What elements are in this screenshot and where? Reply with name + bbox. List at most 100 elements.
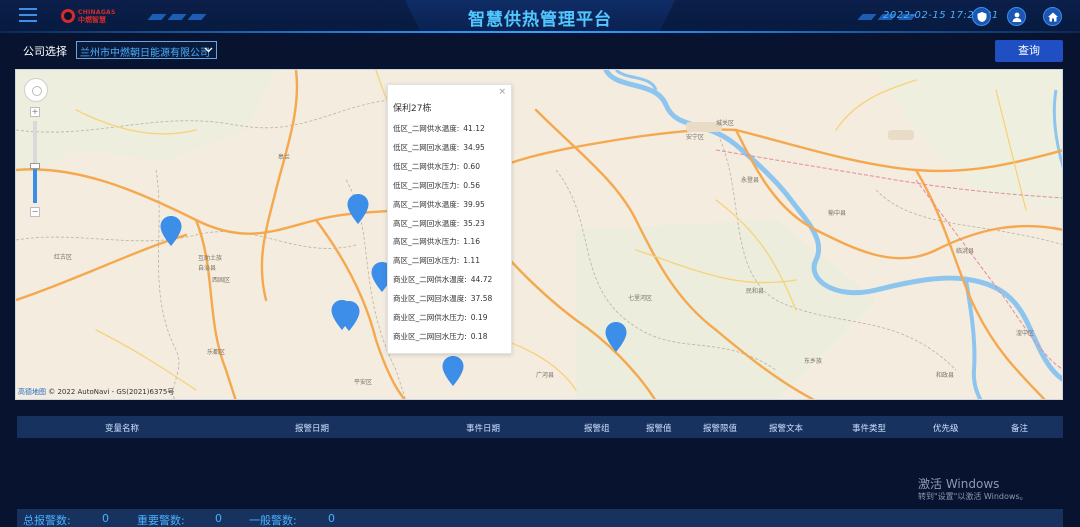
zoom-out-button[interactable]: − (30, 207, 40, 217)
popup-row-label: 低区_二网回水压力: (393, 180, 460, 190)
location-pin-icon[interactable] (346, 193, 370, 225)
popup-row-label: 商业区_二网供水温度: (393, 275, 467, 285)
map-view[interactable]: 皋兰 永登县 榆中县 临洮县 西固区 七里河区 安宁区 城关区 红古区 互助土族… (15, 69, 1063, 400)
map-label: 广河县 (536, 372, 555, 379)
column-header[interactable]: 报警文本 (769, 422, 803, 434)
query-button[interactable]: 查询 (995, 40, 1063, 62)
popup-data-row: 低区_二网供水温度: 41.12 (393, 123, 485, 134)
column-header[interactable]: 变量名称 (105, 422, 139, 434)
shield-icon (977, 12, 987, 22)
popup-row-label: 高区_二网回水压力: (393, 256, 460, 266)
popup-row-value: 0.19 (470, 313, 488, 322)
map-label: 民和县 (746, 288, 765, 295)
map-label: 永登县 (741, 177, 760, 184)
popup-row-value: 0.60 (463, 161, 480, 171)
company-select[interactable]: 兰州市中燃朝日能源有限公司 (76, 41, 217, 59)
zoom-slider-fill (33, 166, 37, 203)
popup-data-row: 商业区_二网回水压力: 0.18 (393, 331, 487, 342)
map-label: 榆中县 (828, 210, 847, 217)
popup-data-row: 低区_二网回水温度: 34.95 (393, 142, 485, 153)
column-header[interactable]: 报警日期 (295, 422, 329, 434)
popup-row-label: 高区_二网供水温度: (393, 199, 460, 209)
close-icon[interactable]: × (498, 87, 506, 97)
popup-data-row: 高区_二网供水压力: 1.16 (393, 236, 480, 247)
home-icon (1048, 12, 1058, 22)
popup-row-value: 1.16 (463, 237, 480, 247)
station-info-popup: × 保利27栋 低区_二网供水温度: 41.12 低区_二网回水温度: 34.95 低区… (387, 84, 512, 354)
zoom-in-button[interactable]: + (30, 107, 40, 117)
header-divider (0, 31, 1080, 33)
popup-row-value: 44.72 (470, 275, 493, 285)
popup-row-value: 0.18 (470, 331, 488, 341)
popup-data-row: 低区_二网供水压力: 0.60 (393, 161, 480, 172)
alarm-summary-bar: 总报警数: 0 重要警数: 0 一般警数: 0 (17, 509, 1063, 527)
app-title: 智慧供热管理平台 (468, 10, 612, 30)
total-alarms-value: 0 (102, 512, 109, 525)
popup-row-label: 高区_二网供水压力: (393, 237, 460, 247)
popup-data-row: 商业区_二网供水压力: 0.19 (393, 312, 487, 323)
logo-mark-icon (61, 9, 75, 23)
popup-row-label: 高区_二网回水温度: (393, 218, 460, 228)
column-header[interactable]: 事件日期 (466, 422, 500, 434)
map-label: 城关区 (716, 120, 735, 127)
chevron-down-icon (204, 47, 213, 53)
popup-data-row: 高区_二网回水压力: 1.11 (393, 255, 480, 266)
popup-row-label: 商业区_二网回水压力: (393, 331, 467, 341)
map-label: 皋兰 (278, 154, 291, 161)
map-label: 西固区 (212, 277, 231, 284)
column-header[interactable]: 报警组 (584, 422, 610, 434)
company-logo: CHINAGAS 中燃智慧 (61, 9, 121, 24)
popup-row-value: 41.12 (463, 124, 485, 133)
zoom-slider[interactable] (30, 121, 40, 203)
popup-row-label: 低区_二网回水温度: (393, 142, 460, 152)
column-header[interactable]: 报警限值 (703, 422, 737, 434)
alarm-table-header: 变量名称 报警日期 事件日期 报警组 报警值 报警限值 报警文本 事件类型 优先… (17, 416, 1063, 438)
location-pin-icon[interactable] (441, 355, 465, 387)
alarm-table-body (17, 438, 1063, 508)
map-label: 东乡族 (804, 358, 823, 365)
map-label: 临洮县 (956, 248, 975, 255)
company-select-label: 公司选择 (23, 45, 67, 58)
popup-row-label: 商业区_二网供水压力: (393, 313, 467, 322)
security-button[interactable] (972, 7, 991, 26)
column-header[interactable]: 备注 (1011, 422, 1028, 434)
home-button[interactable] (1043, 7, 1062, 26)
popup-row-value: 37.58 (470, 294, 493, 304)
popup-data-row: 商业区_二网回水温度: 37.58 (393, 293, 492, 304)
popup-data-row: 高区_二网回水温度: 35.23 (393, 218, 485, 229)
major-alarms-value: 0 (215, 512, 222, 525)
popup-data-row: 商业区_二网供水温度: 44.72 (393, 274, 492, 285)
user-button[interactable] (1007, 7, 1026, 26)
column-header[interactable]: 优先级 (933, 422, 959, 434)
popup-row-label: 低区_二网供水压力: (393, 161, 460, 171)
zoom-slider-handle[interactable] (30, 163, 40, 170)
windows-activation-title: 激活 Windows (918, 477, 1000, 491)
top-header: CHINAGAS 中燃智慧 智慧供热管理平台 2022-02-15 17:21:… (0, 0, 1080, 33)
zoom-control[interactable]: + − (30, 107, 40, 217)
user-icon (1012, 12, 1022, 22)
map-label: 自治县 (198, 265, 217, 272)
popup-row-value: 1.11 (463, 256, 480, 266)
popup-row-label: 商业区_二网回水温度: (393, 294, 467, 304)
total-alarms-label: 总报警数: (23, 514, 71, 527)
column-header[interactable]: 事件类型 (852, 422, 886, 434)
location-pin-icon[interactable] (337, 300, 361, 332)
company-select-value: 兰州市中燃朝日能源有限公司 (80, 48, 210, 59)
popup-data-row: 低区_二网回水压力: 0.56 (393, 180, 480, 191)
map-label: 七里河区 (628, 295, 653, 302)
map-compass[interactable] (24, 78, 48, 102)
map-label: 湟中区 (1016, 330, 1035, 337)
popup-title: 保利27栋 (393, 104, 432, 114)
location-pin-icon[interactable] (604, 321, 628, 353)
menu-icon[interactable] (19, 8, 37, 22)
popup-row-value: 35.23 (463, 218, 485, 228)
popup-row-value: 0.56 (463, 180, 480, 190)
normal-alarms-value: 0 (328, 512, 335, 525)
popup-row-value: 34.95 (463, 142, 485, 152)
map-label: 平安区 (354, 379, 373, 386)
location-pin-icon[interactable] (159, 215, 183, 247)
map-label: 互助土族 (198, 255, 223, 262)
map-label: 红古区 (54, 254, 73, 261)
column-header[interactable]: 报警值 (646, 422, 672, 434)
map-label: 乐都区 (207, 349, 226, 356)
